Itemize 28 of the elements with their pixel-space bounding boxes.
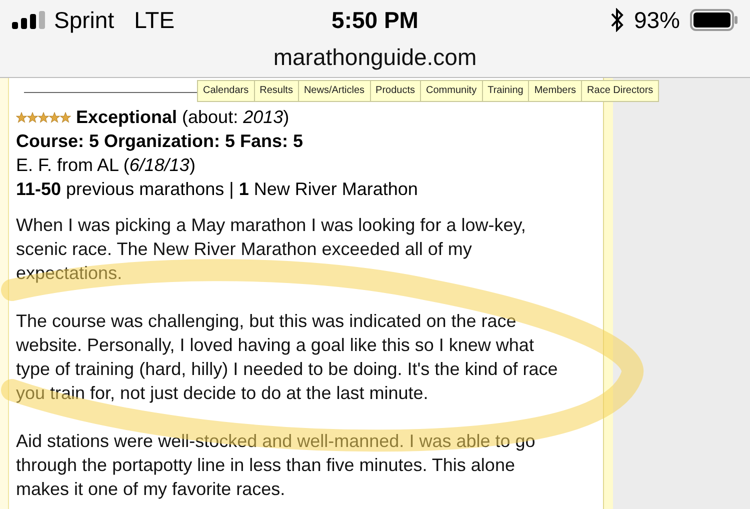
- star-icon: [38, 112, 49, 122]
- network-type: LTE: [134, 6, 175, 35]
- url-text[interactable]: marathonguide.com: [273, 40, 477, 74]
- review-year: (about: 2013): [182, 106, 290, 129]
- nav-link[interactable]: Community: [420, 81, 482, 101]
- clock-time: 5:50 PM: [332, 6, 418, 35]
- battery-percent: 93%: [634, 6, 680, 35]
- carrier-name: Sprint: [54, 6, 114, 35]
- score-summary: Course: 5 Organization: 5 Fans: 5: [16, 130, 304, 153]
- experience-line: 11-50 previous marathons | 1 New River Marathon: [16, 178, 419, 201]
- nav-link[interactable]: Race Directors: [581, 81, 658, 101]
- star-icon: [49, 112, 60, 122]
- nav-link[interactable]: Results: [254, 81, 298, 101]
- nav-link[interactable]: Members: [528, 81, 582, 101]
- battery-icon: [690, 9, 738, 31]
- review-paragraph: Aid stations were well-stocked and well-manned. I was able to go through the portapotty line in less than five minutes. This alone makes it one of my favorite races.: [16, 430, 536, 501]
- bluetooth-icon: [610, 8, 624, 32]
- nav-link[interactable]: News/Articles: [298, 81, 370, 101]
- signal-icon: [12, 11, 46, 29]
- review-paragraph: The course was challenging, but this was indicated on the race website. Personally, I loved having a goal like this so I knew what type of training (hard, hilly) I needed to be doing. It's the kind of race you train for, not just decide to do at the last minute.: [16, 310, 559, 405]
- star-icon: [16, 112, 27, 122]
- star-icon: [27, 112, 38, 122]
- star-icon: [60, 112, 71, 122]
- rating-label: Exceptional: [76, 106, 178, 129]
- reviewer-line: E. F. from AL (6/18/13): [16, 154, 196, 177]
- nav-link[interactable]: Training: [482, 81, 528, 101]
- nav-link[interactable]: Products: [370, 81, 420, 101]
- nav-link[interactable]: Calendars: [198, 81, 254, 101]
